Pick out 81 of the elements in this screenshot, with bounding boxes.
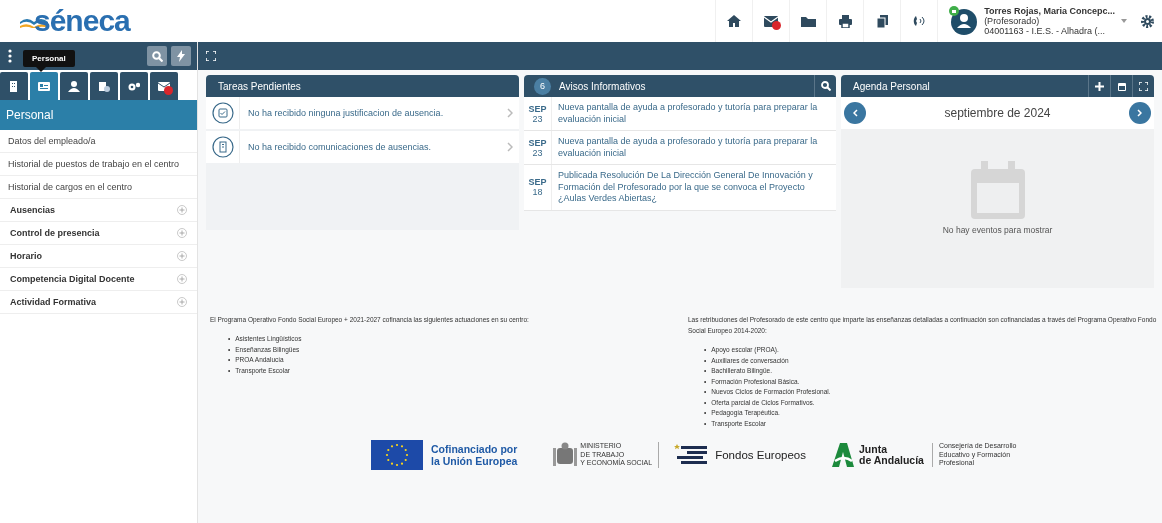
- user-name: Torres Rojas, Maria Concepc...: [984, 6, 1115, 16]
- quick-action-button[interactable]: [171, 46, 191, 66]
- folder-icon: [800, 15, 816, 27]
- logo-caption: Cofinanciado por: [431, 443, 518, 455]
- sidebar-tab[interactable]: [120, 72, 148, 100]
- gears-icon: [128, 80, 140, 92]
- plus-icon: [1095, 81, 1104, 91]
- notice-row[interactable]: SEP 23 Nueva pantalla de ayuda a profesorado y tutoría para preparar la evaluación inicial: [524, 131, 836, 165]
- user-avatar-icon: [948, 6, 979, 36]
- panel-title: Avisos Informativos: [559, 80, 647, 92]
- logo-caption: de Andalucía: [859, 455, 924, 466]
- phone-icon: [913, 15, 926, 27]
- next-month-button[interactable]: [1129, 102, 1151, 124]
- copy-icon: [876, 14, 888, 28]
- chevron-left-icon: [852, 109, 858, 117]
- search-icon: [151, 50, 163, 62]
- count-badge: 6: [534, 77, 551, 95]
- building-icon: [8, 80, 20, 92]
- notice-text: Nueva pantalla de ayuda a profesorado y tutoría para preparar la evaluación inicial: [557, 101, 819, 126]
- expand-icon: [177, 205, 187, 215]
- date-day: 23: [532, 113, 543, 124]
- logo-caption: Fondos Europeos: [715, 449, 806, 461]
- settings-icon[interactable]: [1141, 14, 1154, 28]
- fullscreen-icon: [1139, 81, 1148, 91]
- people-icon: [68, 80, 80, 92]
- school-name: 04001163 - I.E.S. - Alhadra (...: [984, 26, 1107, 36]
- building-icon: [211, 136, 234, 158]
- menu-link[interactable]: Datos del empleado/a: [0, 130, 197, 153]
- task-text: No ha recibido comunicaciones de ausencias.: [247, 142, 433, 152]
- notice-row[interactable]: SEP 18 Publicada Resolución De La Dirección General De Innovación y Formación del Profesorado por la que se convoca el Proyecto ¿Aulas Verdes Abiertas¿: [524, 165, 836, 211]
- task-row[interactable]: No ha recibido comunicaciones de ausencias.: [206, 131, 519, 165]
- empty-message: No hay eventos para mostrar: [942, 225, 1053, 235]
- logo-caption: la Unión Europea: [431, 455, 518, 467]
- tooltip: Personal: [23, 50, 75, 67]
- expand-icon: [177, 251, 187, 261]
- date-day: 18: [532, 187, 543, 198]
- sidebar-tab[interactable]: [150, 72, 178, 100]
- notice-text: Publicada Resolución De La Dirección General De Innovación y Formación del Profesorado por la que se convoca el Proyecto ¿Aulas Verdes Abiertas¿: [557, 169, 814, 205]
- printer-icon: [838, 14, 852, 28]
- junta-emblem-icon: [832, 443, 854, 467]
- menu-link[interactable]: Historial de puestos de trabajo en el centro: [0, 153, 197, 176]
- expand-icon: [177, 228, 187, 238]
- menu-icon[interactable]: [8, 49, 12, 63]
- month-title: septiembre de 2024: [944, 106, 1051, 120]
- section-title: Personal: [0, 100, 197, 130]
- lightning-icon: [177, 50, 185, 62]
- sidebar-tab[interactable]: [30, 72, 58, 100]
- panel-title: Agenda Personal: [853, 80, 931, 92]
- id-card-icon: [38, 80, 50, 92]
- calendar-icon: [970, 161, 1025, 219]
- notice-row[interactable]: SEP 23 Nueva pantalla de ayuda a profesorado y tutoría para preparar la evaluación inicial: [524, 97, 836, 131]
- calendar-check-icon: [211, 102, 234, 124]
- user-role: (Profesorado): [984, 16, 1041, 26]
- date-month: SEP: [528, 137, 547, 148]
- chevron-icon: [507, 108, 513, 118]
- search-icon: [820, 81, 831, 91]
- date-day: 23: [532, 147, 543, 158]
- tooltip-arrow-icon: [36, 67, 46, 72]
- logo-text: séneca: [34, 4, 130, 38]
- previous-month-button[interactable]: [844, 102, 866, 124]
- task-row[interactable]: No ha recibido ninguna justificacion de ausencia.: [206, 97, 519, 131]
- date-month: SEP: [528, 103, 547, 114]
- fullscreen-icon[interactable]: [206, 51, 216, 61]
- expand-icon: [177, 297, 187, 307]
- sidebar-tab[interactable]: [60, 72, 88, 100]
- flag-stripes-icon: [673, 443, 708, 467]
- panel-title: Tareas Pendientes: [218, 80, 302, 92]
- home-icon: [727, 15, 742, 27]
- sidebar-tab[interactable]: [90, 72, 118, 100]
- chevron-right-icon: [1137, 109, 1143, 117]
- date-month: SEP: [528, 177, 547, 188]
- calendar-icon: [1117, 81, 1126, 91]
- sidebar-tab[interactable]: [0, 72, 28, 100]
- notice-text: Nueva pantalla de ayuda a profesorado y tutoría para preparar la evaluación inicial: [557, 135, 819, 160]
- chevron-icon: [507, 142, 513, 152]
- task-text: No ha recibido ninguna justificacion de ausencia.: [247, 108, 445, 118]
- search-button[interactable]: [147, 46, 167, 66]
- eu-flag-icon: [371, 440, 423, 470]
- expand-icon: [177, 274, 187, 284]
- logo-caption: Junta: [859, 444, 888, 455]
- caret-icon[interactable]: [1121, 19, 1127, 23]
